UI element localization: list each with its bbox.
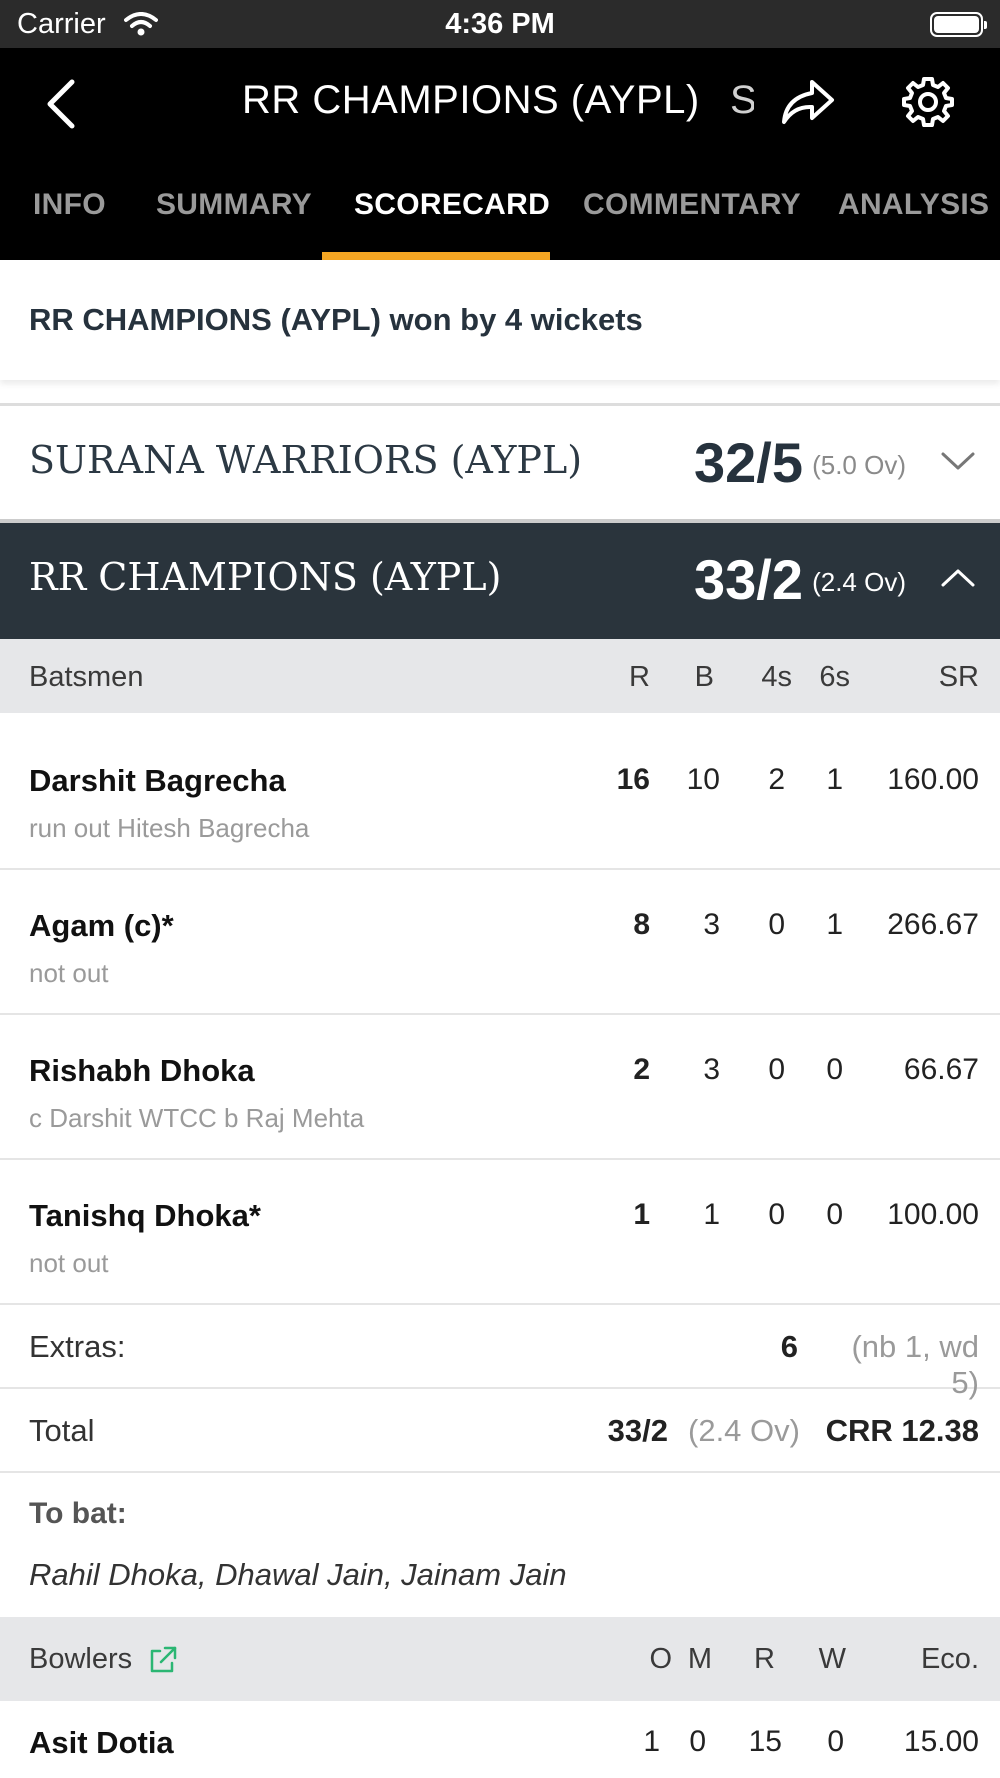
back-chevron-icon[interactable] [42,78,82,130]
match-result-text: RR CHAMPIONS (AYPL) won by 4 wickets [29,302,643,337]
batsman-balls: 1 [703,1198,720,1231]
extras-label: Extras: [29,1329,126,1364]
bowler-wickets: 0 [827,1725,844,1758]
share-icon[interactable] [780,76,836,126]
economy-column-label: Eco. [920,1643,979,1675]
strike-rate-column-label: SR [938,661,979,693]
extras-value: 6 [780,1329,798,1364]
tab-commentary[interactable]: COMMENTARY [583,188,801,222]
batsman-row[interactable]: Rishabh Dhoka c Darshit WTCC b Raj Mehta… [0,1015,1000,1160]
batsman-name: Rishabh Dhoka [29,1053,255,1088]
balls-column-label: B [694,661,714,693]
extras-row: Extras: 6 (nb 1, wd 5) [0,1305,1000,1400]
wickets-column-label: W [818,1643,846,1675]
maidens-column-label: M [687,1643,712,1675]
batsman-runs: 2 [633,1053,650,1086]
external-link-icon[interactable] [148,1645,178,1675]
tab-info[interactable]: INFO [33,188,106,222]
chevron-down-icon[interactable] [940,446,976,476]
bowling-table-header: Bowlers O M R W Eco. [0,1617,1000,1701]
tab-scorecard[interactable]: SCORECARD [354,188,550,222]
batsman-row[interactable]: Agam (c)* not out 8 3 0 1 266.67 [0,870,1000,1015]
batsman-row[interactable]: Tanishq Dhoka* not out 1 1 0 0 100.00 [0,1160,1000,1305]
batting-table-header: Batsmen R B 4s 6s SR [0,639,1000,713]
batsman-dismissal: not out [29,1248,109,1278]
batsman-runs: 1 [633,1198,650,1231]
overs-column-label: O [649,1643,672,1675]
batsman-runs: 8 [633,908,650,941]
page-title: RR CHAMPIONS (AYPL) [242,78,700,122]
bowler-overs: 1 [643,1725,660,1758]
runs-column-label: R [629,661,650,693]
battery-icon [930,12,987,37]
batsman-fours: 0 [768,1198,785,1231]
total-overs: (2.4 Ov) [688,1413,800,1448]
batsman-fours: 0 [768,908,785,941]
sixes-column-label: 6s [819,661,850,693]
bowlers-column-label: Bowlers [29,1643,133,1675]
batsman-strike-rate: 100.00 [887,1198,979,1231]
innings-header-2[interactable]: RR CHAMPIONS (AYPL) 33/2 (2.4 Ov) [0,523,1000,639]
tab-summary[interactable]: SUMMARY [156,188,312,222]
current-run-rate: CRR 12.38 [825,1413,979,1448]
tab-analysis[interactable]: ANALYSIS [838,188,989,222]
runs-conceded-column-label: R [754,1643,775,1675]
batsman-name: Darshit Bagrecha [29,763,286,798]
batsman-strike-rate: 160.00 [887,763,979,796]
active-tab-indicator [322,252,550,260]
batsman-sixes: 0 [826,1198,843,1231]
innings-score: 32/5 [694,431,803,494]
to-bat-players: Rahil Dhoka, Dhawal Jain, Jainam Jain [29,1557,567,1592]
total-label: Total [29,1413,95,1448]
batsman-strike-rate: 66.67 [903,1053,979,1086]
to-bat-label: To bat: [29,1497,127,1530]
tab-bar: INFO SUMMARY SCORECARD COMMENTARY ANALYS… [0,160,1000,260]
next-title-peek: S [730,78,754,122]
innings-score: 33/2 [694,548,803,611]
match-result-banner: RR CHAMPIONS (AYPL) won by 4 wickets [0,260,1000,380]
bowler-maidens: 0 [689,1725,706,1758]
innings-overs: (5.0 Ov) [812,450,906,480]
chevron-up-icon[interactable] [940,563,976,593]
bowler-economy: 15.00 [903,1725,979,1758]
batsman-runs: 16 [616,763,650,796]
bowler-row[interactable]: Asit Dotia 1 0 15 0 15.00 [0,1701,1000,1778]
innings-team-name: RR CHAMPIONS (AYPL) [29,555,502,599]
batsman-sixes: 1 [826,908,843,941]
bowler-runs: 15 [748,1725,782,1758]
batsman-fours: 2 [768,763,785,796]
status-bar: Carrier 4:36 PM [0,0,1000,48]
batsman-fours: 0 [768,1053,785,1086]
innings-overs: (2.4 Ov) [812,567,906,597]
batsman-dismissal: c Darshit WTCC b Raj Mehta [29,1103,365,1133]
innings-team-name: SURANA WARRIORS (AYPL) [29,438,583,482]
batsman-balls: 10 [686,763,720,796]
batsman-name: Agam (c)* [29,908,174,943]
batsman-balls: 3 [703,1053,720,1086]
batsman-dismissal: run out Hitesh Bagrecha [29,813,310,843]
batsman-sixes: 1 [826,763,843,796]
batsman-balls: 3 [703,908,720,941]
nav-bar: RR CHAMPIONS (AYPL) S [0,48,1000,160]
fours-column-label: 4s [761,661,792,693]
total-row: Total 33/2 (2.4 Ov) CRR 12.38 [0,1389,1000,1473]
innings-header-1[interactable]: SURANA WARRIORS (AYPL) 32/5 (5.0 Ov) [0,403,1000,523]
bowler-name: Asit Dotia [29,1725,174,1760]
clock: 4:36 PM [445,8,555,40]
batsmen-column-label: Batsmen [29,661,144,693]
to-bat-section: To bat: Rahil Dhoka, Dhawal Jain, Jainam… [0,1473,1000,1617]
batsman-name: Tanishq Dhoka* [29,1198,261,1233]
batsman-sixes: 0 [826,1053,843,1086]
batsman-strike-rate: 266.67 [887,908,979,941]
batsman-dismissal: not out [29,958,109,988]
batsman-row[interactable]: Darshit Bagrecha run out Hitesh Bagrecha… [0,725,1000,870]
total-score: 33/2 [607,1413,668,1448]
gear-icon[interactable] [902,76,954,128]
